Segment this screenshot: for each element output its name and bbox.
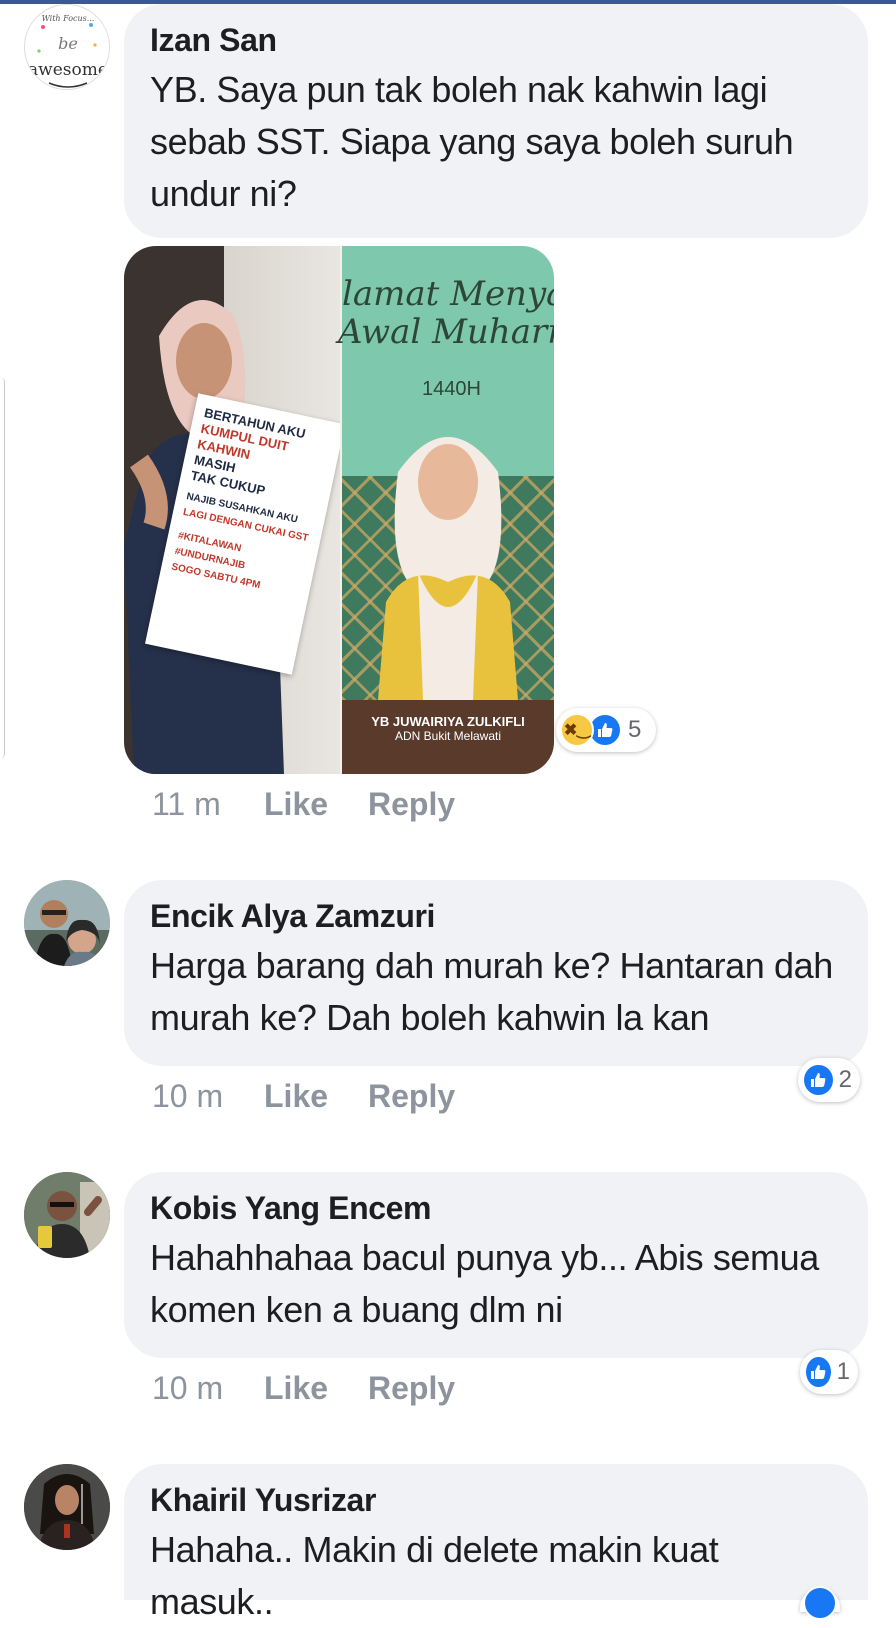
svg-text:be: be: [58, 34, 78, 53]
comment-timestamp[interactable]: 10 m: [152, 1370, 223, 1407]
comment-timestamp[interactable]: 11 m: [152, 786, 221, 823]
couple-photo-avatar-icon: [24, 880, 110, 966]
like-reaction-icon: [804, 1355, 833, 1389]
reply-button[interactable]: Reply: [368, 1078, 455, 1115]
comment-text: Hahaha.. Makin di delete makin kuat masu…: [150, 1529, 719, 1622]
avatar[interactable]: [24, 880, 110, 966]
like-button[interactable]: Like: [264, 786, 328, 823]
like-button[interactable]: Like: [264, 1370, 328, 1407]
reaction-summary[interactable]: 1: [800, 1350, 858, 1394]
like-reaction-icon: [803, 1586, 837, 1620]
comment-text: Harga barang dah murah ke? Hantaran dah …: [150, 945, 833, 1038]
reaction-count: 2: [838, 1066, 852, 1093]
like-reaction-icon: [802, 1063, 835, 1097]
comment-image-attachment[interactable]: BERTAHUN AKU KUMPUL DUIT KAHWIN MASIH TA…: [124, 246, 554, 774]
comment-bubble[interactable]: Izan San YB. Saya pun tak boleh nak kahw…: [124, 4, 868, 238]
reply-button[interactable]: Reply: [368, 786, 455, 823]
man-waving-avatar-icon: [24, 1172, 110, 1258]
avatar[interactable]: [24, 1172, 110, 1258]
comment-timestamp[interactable]: 10 m: [152, 1078, 223, 1115]
reply-button[interactable]: Reply: [368, 1370, 455, 1407]
portrait-image: [378, 437, 518, 700]
muharram-greeting-card: lamat Menyam Awal Muharra 1440H YB JUWAI…: [338, 246, 554, 774]
comment-bubble[interactable]: Khairil Yusrizar Hahaha.. Makin di delet…: [124, 1464, 868, 1622]
commenter-name[interactable]: Izan San: [150, 20, 842, 60]
comment-text: Hahahhahaa bacul punya yb... Abis semua …: [150, 1237, 819, 1330]
haha-reaction-icon: ✖‿: [560, 713, 594, 747]
greeting-title-line1: lamat Menyam: [342, 274, 554, 314]
comment-bubble[interactable]: Kobis Yang Encem Hahahhahaa bacul punya …: [124, 1172, 868, 1358]
rock-performer-avatar-icon: [24, 1464, 110, 1550]
svg-text:With Focus...: With Focus...: [42, 14, 95, 23]
like-button[interactable]: Like: [264, 1078, 328, 1115]
commenter-name[interactable]: Encik Alya Zamzuri: [150, 896, 842, 936]
greeting-title-line2: Awal Muharra: [338, 312, 554, 352]
reaction-count: 5: [628, 716, 642, 743]
protest-photo: BERTAHUN AKU KUMPUL DUIT KAHWIN MASIH TA…: [124, 246, 345, 774]
comment-bubble[interactable]: Encik Alya Zamzuri Harga barang dah mura…: [124, 880, 868, 1066]
comment-text: YB. Saya pun tak boleh nak kahwin lagi s…: [150, 69, 794, 214]
avatar[interactable]: With Focus... be awesome: [24, 4, 110, 90]
reaction-summary[interactable]: 2: [798, 1058, 860, 1102]
reaction-summary[interactable]: ✖‿ 5: [556, 708, 656, 752]
commenter-name[interactable]: Kobis Yang Encem: [150, 1188, 842, 1228]
commenter-name[interactable]: Khairil Yusrizar: [150, 1480, 842, 1520]
avatar[interactable]: [24, 1464, 110, 1550]
reaction-count: 1: [836, 1358, 850, 1385]
image-caption: YB JUWAIRIYA ZULKIFLI ADN Bukit Melawati: [342, 700, 554, 774]
side-panel-edge: [0, 378, 5, 758]
awesome-avatar-icon: With Focus... be awesome: [26, 6, 109, 89]
svg-text:awesome: awesome: [28, 60, 108, 80]
hijri-year: 1440H: [422, 378, 481, 400]
